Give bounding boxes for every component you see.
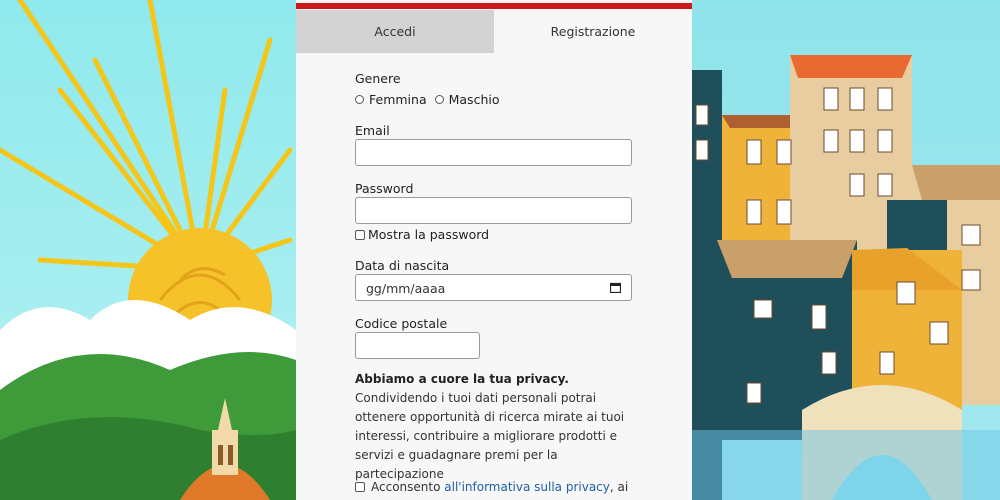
email-field[interactable] [355,139,632,166]
postal-code-label: Codice postale [355,316,448,331]
gender-radio-femmina[interactable] [355,95,364,104]
show-password-checkbox[interactable] [355,229,365,240]
dob-label: Data di nascita [355,258,450,273]
tab-accedi[interactable]: Accedi [296,10,494,53]
dob-field[interactable]: gg/mm/aaaa [355,274,632,301]
privacy-policy-link[interactable]: all'informativa sulla privacy [444,480,610,494]
background-illustration-left [0,0,296,500]
consent-checkbox[interactable] [355,482,365,492]
postal-code-field[interactable] [355,332,480,359]
privacy-heading: Abbiamo a cuore la tua privacy. [355,372,569,386]
background-illustration-right [692,0,1000,500]
gender-option-maschio-label: Maschio [448,92,500,107]
password-field[interactable] [355,197,632,224]
show-password-label: Mostra la password [368,227,490,242]
password-label: Password [355,181,414,196]
tab-registrazione[interactable]: Registrazione [494,10,692,53]
dob-placeholder: gg/mm/aaaa [366,281,446,296]
consent-prefix: Acconsento [371,480,445,494]
registration-card: Accedi Registrazione Genere Femmina Masc… [296,0,692,500]
privacy-notice: Abbiamo a cuore la tua privacy. Condivid… [355,370,635,484]
gender-radio-maschio[interactable] [434,95,444,104]
gender-option-femmina-label: Femmina [369,92,427,107]
gender-label: Genere [355,71,401,86]
auth-tabs: Accedi Registrazione [296,10,692,53]
gender-options: Femmina Maschio [355,92,499,107]
accent-bar [296,3,692,9]
consent-row: Acconsento all'informativa sulla privacy… [355,480,645,494]
calendar-icon[interactable] [610,282,621,293]
show-password-row: Mostra la password [355,227,489,242]
email-label: Email [355,123,390,138]
privacy-text: Condividendo i tuoi dati personali potra… [355,391,625,481]
consent-suffix: , ai [609,480,629,494]
